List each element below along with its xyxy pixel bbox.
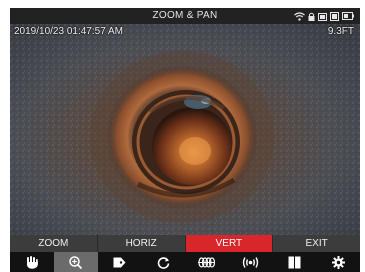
coil-button[interactable] [185, 252, 229, 272]
zoom-in-icon [69, 255, 83, 269]
sd-card-icon [330, 11, 339, 21]
battery-icon [318, 12, 327, 21]
wifi-icon [294, 11, 305, 21]
coil-icon [198, 256, 216, 268]
zoom-pan-menu: ZOOM HORIZ VERT EXIT [10, 235, 360, 252]
icon-toolbar [10, 252, 360, 272]
rotate-icon [157, 256, 169, 269]
settings-icon [331, 255, 345, 269]
status-bar: ZOOM & PAN [10, 8, 360, 24]
battery-level-icon [342, 12, 354, 20]
settings-button[interactable] [316, 252, 360, 272]
tag-icon [113, 257, 126, 267]
signal-icon [242, 256, 259, 268]
zoom-in-button[interactable] [53, 252, 98, 272]
rotate-button[interactable] [141, 252, 185, 272]
timestamp: 2019/10/23 01:47:57 AM [14, 26, 123, 37]
tag-button[interactable] [98, 252, 142, 272]
hand-button[interactable] [10, 252, 54, 272]
pipe-interior-image [10, 24, 360, 235]
menu-exit[interactable]: EXIT [273, 235, 360, 252]
menu-horiz[interactable]: HORIZ [97, 235, 186, 252]
camera-device-screen: ZOOM & PAN 2019/10/23 01:47:57 AM 9.3FT … [10, 8, 360, 272]
camera-view: 2019/10/23 01:47:57 AM 9.3FT [10, 24, 360, 235]
menu-zoom[interactable]: ZOOM [10, 235, 98, 252]
signal-button[interactable] [229, 252, 273, 272]
split-view-button[interactable] [273, 252, 317, 272]
menu-vert[interactable]: VERT [185, 235, 274, 252]
lock-icon [308, 12, 315, 21]
hand-icon [27, 255, 39, 269]
split-view-icon [288, 256, 301, 268]
status-icons [294, 11, 354, 21]
distance-readout: 9.3FT [327, 26, 354, 37]
